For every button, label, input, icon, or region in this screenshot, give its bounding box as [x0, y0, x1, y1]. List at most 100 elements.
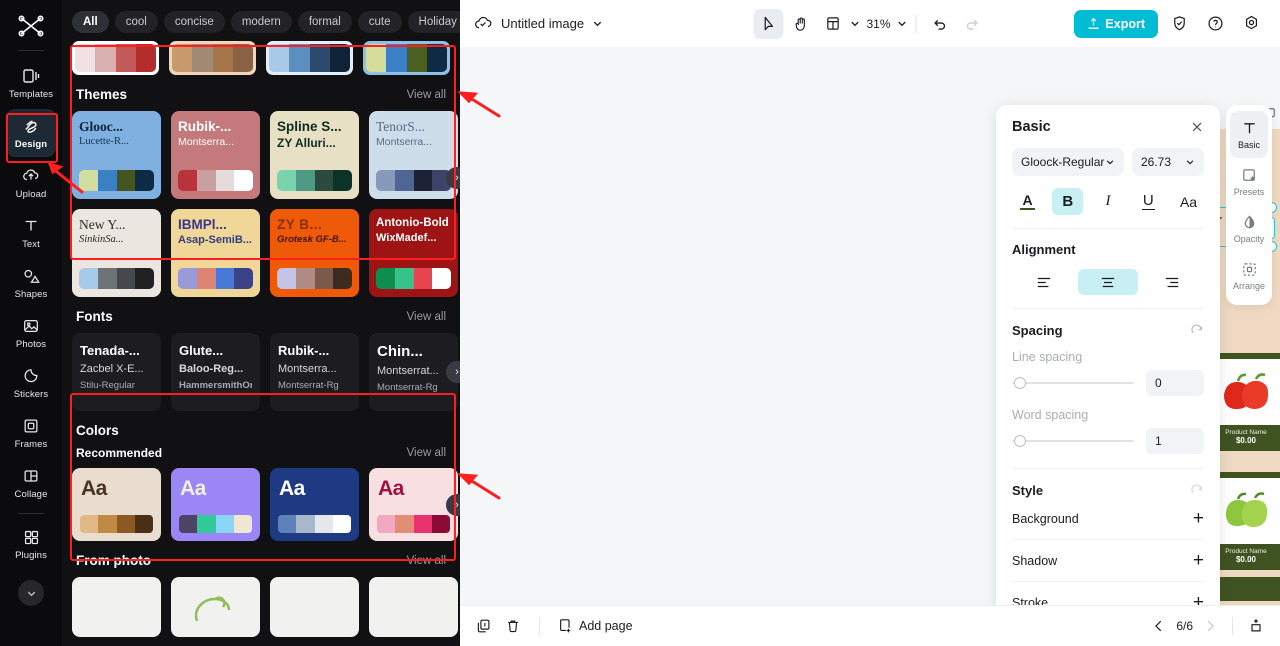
- tool-rail-arrange[interactable]: Arrange: [1230, 252, 1268, 299]
- chevron-right-icon[interactable]: [1203, 619, 1217, 633]
- font-card[interactable]: Tenada-... Zacbel X-E... Stilu-Regular: [72, 333, 161, 411]
- chevron-left-icon[interactable]: [1152, 619, 1166, 633]
- sidebar-item-shapes[interactable]: Shapes: [6, 259, 56, 307]
- panel-scroll-area[interactable]: Themes View all Glooc... Lucette-R... Ru…: [62, 41, 460, 646]
- sidebar-item-frames[interactable]: Frames: [6, 409, 56, 457]
- font-size-select[interactable]: 26.73: [1132, 148, 1204, 176]
- photo-card[interactable]: [270, 577, 359, 637]
- photo-card[interactable]: [72, 577, 161, 637]
- reset-icon[interactable]: [1190, 483, 1204, 498]
- photo-card[interactable]: [369, 577, 458, 637]
- colors-view-all-link[interactable]: View all: [407, 447, 446, 459]
- duplicate-page-icon[interactable]: [476, 618, 492, 634]
- theme-strip-card[interactable]: [363, 41, 450, 75]
- redo-button[interactable]: [957, 9, 987, 39]
- align-right-button[interactable]: [1142, 269, 1202, 295]
- style-row-shadow[interactable]: Shadow +: [1012, 540, 1204, 581]
- theme-card[interactable]: IBMPl... Asap-SemiB...: [171, 209, 260, 297]
- plus-icon[interactable]: +: [1193, 509, 1204, 528]
- sidebar-item-photos[interactable]: Photos: [6, 309, 56, 357]
- word-spacing-slider[interactable]: [1012, 432, 1134, 450]
- document-name-button[interactable]: Untitled image: [474, 15, 603, 32]
- theme-card[interactable]: Glooc... Lucette-R...: [72, 111, 161, 199]
- theme-card[interactable]: Rubik-... Montserra...: [171, 111, 260, 199]
- color-card[interactable]: Aa: [72, 468, 161, 541]
- photo-card[interactable]: [171, 577, 260, 637]
- cursor-tool-button[interactable]: [753, 8, 784, 39]
- plus-icon[interactable]: +: [1193, 593, 1204, 605]
- help-icon[interactable]: [1200, 9, 1230, 39]
- themes-view-all-link[interactable]: View all: [407, 89, 446, 101]
- sidebar-item-collage[interactable]: Collage: [6, 459, 56, 507]
- chip-cool[interactable]: cool: [114, 11, 158, 33]
- chip-holiday[interactable]: Holiday: [407, 11, 460, 33]
- theme-strip-card[interactable]: [169, 41, 256, 75]
- line-spacing-input[interactable]: 0: [1146, 370, 1204, 396]
- font-card[interactable]: Glute... Baloo-Reg... HammersmithOn...: [171, 333, 260, 411]
- chevron-down-icon[interactable]: [897, 18, 908, 29]
- tool-rail-label: Basic: [1237, 139, 1260, 150]
- style-row-background[interactable]: Background +: [1012, 498, 1204, 539]
- align-left-button[interactable]: [1014, 269, 1074, 295]
- sidebar-item-templates[interactable]: Templates: [6, 59, 56, 107]
- font-card[interactable]: Rubik-... Montserra... Montserrat-Rg: [270, 333, 359, 411]
- tool-rail-presets[interactable]: Presets: [1230, 158, 1268, 205]
- hand-tool-button[interactable]: [785, 9, 815, 39]
- chip-all[interactable]: All: [72, 11, 109, 33]
- add-page-icon: [558, 618, 573, 634]
- reset-icon[interactable]: [1190, 323, 1204, 338]
- close-icon[interactable]: [1190, 120, 1204, 134]
- font-family-select[interactable]: Gloock-Regular: [1012, 148, 1124, 176]
- sidebar-item-design[interactable]: Design: [6, 109, 56, 157]
- underline-button[interactable]: U: [1133, 188, 1164, 215]
- tool-rail-opacity[interactable]: Opacity: [1230, 205, 1268, 252]
- sidebar-item-text[interactable]: Text: [6, 209, 56, 257]
- plus-icon[interactable]: +: [1193, 551, 1204, 570]
- font-color-button[interactable]: A: [1012, 188, 1043, 215]
- fit-icon[interactable]: [1248, 618, 1264, 634]
- font-card[interactable]: Chin... Montserrat... Montserrat-Rg: [369, 333, 458, 411]
- style-row-stroke[interactable]: Stroke +: [1012, 582, 1204, 605]
- slider-knob[interactable]: [1014, 377, 1026, 389]
- align-center-button[interactable]: [1078, 269, 1138, 295]
- sidebar-item-stickers[interactable]: Stickers: [6, 359, 56, 407]
- chevron-down-icon[interactable]: [849, 18, 860, 29]
- add-page-button[interactable]: Add page: [558, 618, 633, 634]
- theme-card[interactable]: ZY B... Grotesk GF-B...: [270, 209, 359, 297]
- undo-button[interactable]: [925, 9, 955, 39]
- chip-cute[interactable]: cute: [357, 11, 402, 33]
- export-button[interactable]: Export: [1074, 9, 1158, 38]
- rail-collapse-button[interactable]: [18, 580, 44, 606]
- fonts-view-all-link[interactable]: View all: [407, 311, 446, 323]
- slider-knob[interactable]: [1014, 435, 1026, 447]
- shield-icon[interactable]: [1164, 9, 1194, 39]
- from-photo-view-all-link[interactable]: View all: [407, 555, 446, 567]
- sidebar-item-upload[interactable]: Upload: [6, 159, 56, 207]
- tool-rail-basic[interactable]: Basic: [1230, 111, 1268, 158]
- layout-tool-button[interactable]: [817, 9, 847, 39]
- sidebar-item-plugins[interactable]: Plugins: [6, 520, 56, 568]
- chip-formal[interactable]: formal: [297, 11, 352, 33]
- chip-concise[interactable]: concise: [163, 11, 225, 33]
- color-card[interactable]: Aa: [171, 468, 260, 541]
- trash-icon[interactable]: [505, 618, 521, 634]
- italic-button[interactable]: I: [1093, 188, 1124, 215]
- color-card[interactable]: Aa: [369, 468, 458, 541]
- theme-strip-card[interactable]: [72, 41, 159, 75]
- theme-card[interactable]: Antonio-Bold WixMadef...: [369, 209, 458, 297]
- bold-button[interactable]: B: [1052, 188, 1084, 215]
- theme-strip-card[interactable]: [266, 41, 353, 75]
- canvas-area[interactable]: Page 6 01 - 10 September 2024 Grocery Sa…: [460, 47, 1280, 605]
- arrange-icon: [1241, 261, 1258, 278]
- theme-card[interactable]: TenorS... Montserra...: [369, 111, 458, 199]
- chip-modern[interactable]: modern: [230, 11, 292, 33]
- line-spacing-slider[interactable]: [1012, 374, 1134, 392]
- chevron-down-icon: [592, 18, 603, 29]
- theme-card[interactable]: Spline S... ZY Alluri...: [270, 111, 359, 199]
- sidebar-item-label: Design: [14, 139, 48, 150]
- text-case-button[interactable]: Aa: [1173, 188, 1204, 215]
- settings-icon[interactable]: [1236, 9, 1266, 39]
- color-card[interactable]: Aa: [270, 468, 359, 541]
- theme-card[interactable]: New Y... SinkinSa...: [72, 209, 161, 297]
- word-spacing-input[interactable]: 1: [1146, 428, 1204, 454]
